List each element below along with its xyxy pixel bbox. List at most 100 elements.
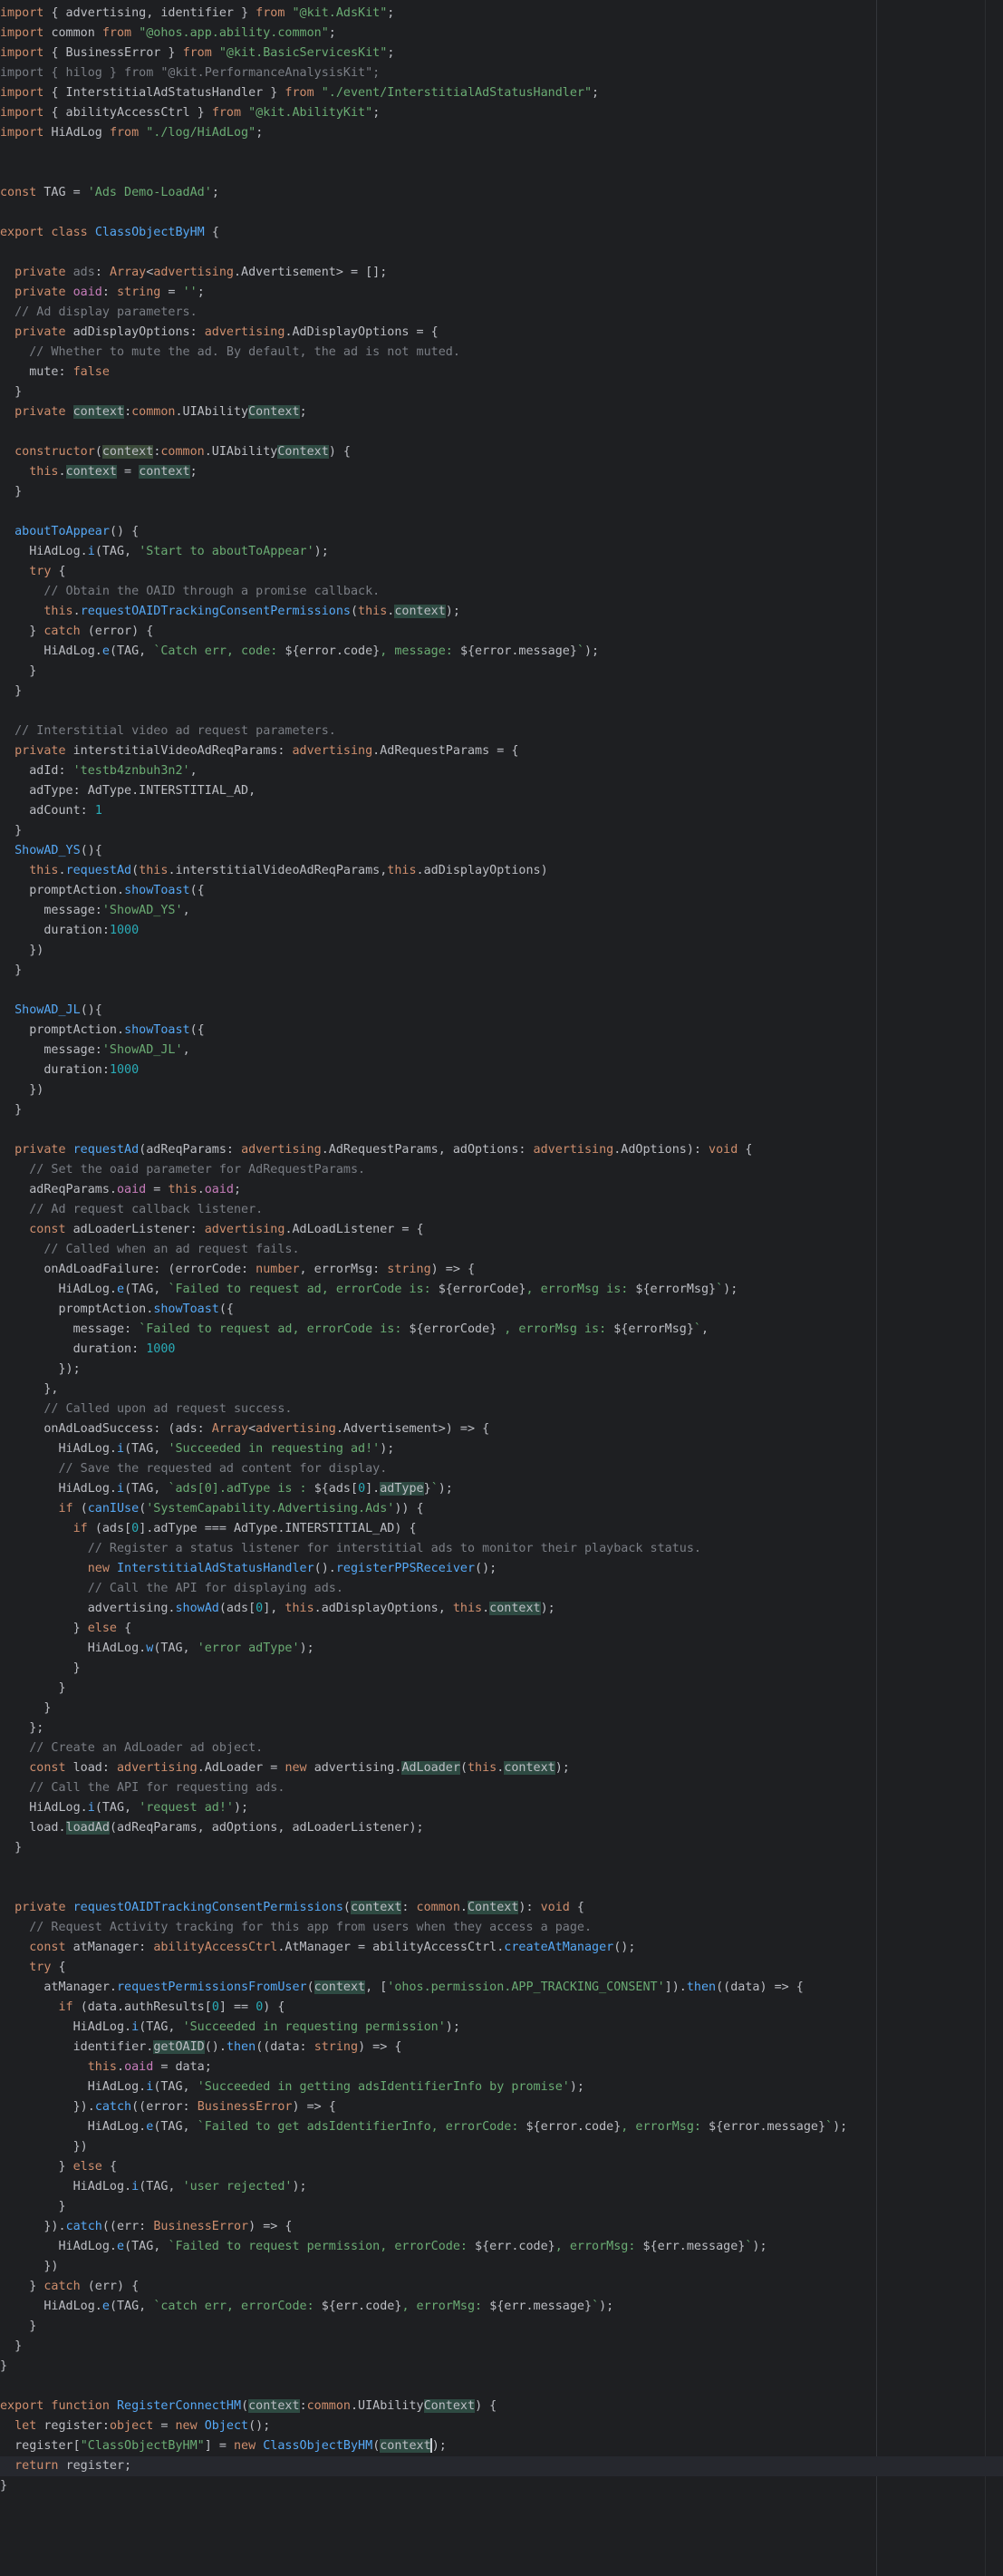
code-line[interactable]: import { advertising, identifier } from …: [0, 4, 1003, 24]
code-line[interactable]: adType: AdType.INTERSTITIAL_AD,: [0, 781, 1003, 801]
code-line[interactable]: duration:1000: [0, 1060, 1003, 1080]
code-line[interactable]: HiAdLog.i(TAG, 'Succeeded in requesting …: [0, 2018, 1003, 2038]
code-line[interactable]: private oaid: string = '';: [0, 283, 1003, 303]
code-line[interactable]: adId: 'testb4znbuh3n2',: [0, 761, 1003, 781]
code-line[interactable]: } catch (err) {: [0, 2277, 1003, 2297]
code-line[interactable]: [0, 502, 1003, 522]
code-line[interactable]: adCount: 1: [0, 801, 1003, 821]
code-line[interactable]: try {: [0, 1958, 1003, 1978]
code-line[interactable]: this.context = context;: [0, 462, 1003, 482]
code-line[interactable]: [0, 203, 1003, 223]
code-line[interactable]: identifier.getOAID().then((data: string)…: [0, 2038, 1003, 2058]
code-line[interactable]: const load: advertising.AdLoader = new a…: [0, 1758, 1003, 1778]
code-line[interactable]: if (canIUse('SystemCapability.Advertisin…: [0, 1499, 1003, 1519]
code-line[interactable]: }): [0, 2137, 1003, 2157]
code-line[interactable]: duration: 1000: [0, 1340, 1003, 1360]
code-line[interactable]: private interstitialVideoAdReqParams: ad…: [0, 741, 1003, 761]
code-line[interactable]: onAdLoadSuccess: (ads: Array<advertising…: [0, 1419, 1003, 1439]
code-line[interactable]: private adDisplayOptions: advertising.Ad…: [0, 323, 1003, 343]
code-line[interactable]: } catch (error) {: [0, 622, 1003, 642]
code-line[interactable]: import { InterstitialAdStatusHandler } f…: [0, 83, 1003, 103]
code-line[interactable]: ShowAD_JL(){: [0, 1001, 1003, 1021]
code-line[interactable]: duration:1000: [0, 921, 1003, 941]
code-line[interactable]: [0, 422, 1003, 442]
code-line[interactable]: }: [0, 1699, 1003, 1719]
code-line[interactable]: }: [0, 2357, 1003, 2377]
code-line[interactable]: promptAction.showToast({: [0, 881, 1003, 901]
code-line[interactable]: // Save the requested ad content for dis…: [0, 1459, 1003, 1479]
code-line[interactable]: HiAdLog.e(TAG, `catch err, errorCode: ${…: [0, 2297, 1003, 2317]
code-line[interactable]: [0, 1120, 1003, 1140]
code-line[interactable]: }): [0, 2257, 1003, 2277]
code-line[interactable]: [0, 143, 1003, 163]
code-line[interactable]: HiAdLog.w(TAG, 'error adType');: [0, 1639, 1003, 1659]
code-line[interactable]: [0, 2377, 1003, 2397]
code-line[interactable]: }: [0, 383, 1003, 402]
code-line[interactable]: if (data.authResults[0] == 0) {: [0, 1998, 1003, 2018]
code-line[interactable]: // Set the oaid parameter for AdRequestP…: [0, 1160, 1003, 1180]
code-line[interactable]: HiAdLog.e(TAG, `Failed to request permis…: [0, 2237, 1003, 2257]
code-line[interactable]: this.oaid = data;: [0, 2058, 1003, 2077]
code-line[interactable]: new InterstitialAdStatusHandler().regist…: [0, 1559, 1003, 1579]
code-line[interactable]: constructor(context:common.UIAbilityCont…: [0, 442, 1003, 462]
code-line[interactable]: message:'ShowAD_JL',: [0, 1041, 1003, 1060]
code-line[interactable]: this.requestAd(this.interstitialVideoAdR…: [0, 861, 1003, 881]
code-line[interactable]: HiAdLog.e(TAG, `Catch err, code: ${error…: [0, 642, 1003, 662]
code-line[interactable]: private context:common.UIAbilityContext;: [0, 402, 1003, 422]
code-line[interactable]: }: [0, 2317, 1003, 2337]
code-line[interactable]: const adLoaderListener: advertising.AdLo…: [0, 1220, 1003, 1240]
code-line[interactable]: }: [0, 662, 1003, 682]
code-line[interactable]: advertising.showAd(ads[0], this.adDispla…: [0, 1599, 1003, 1619]
code-line[interactable]: const TAG = 'Ads Demo-LoadAd';: [0, 183, 1003, 203]
code-line[interactable]: [0, 1858, 1003, 1878]
code-line[interactable]: if (ads[0].adType === AdType.INTERSTITIA…: [0, 1519, 1003, 1539]
code-line[interactable]: } else {: [0, 1619, 1003, 1639]
code-line[interactable]: mute: false: [0, 363, 1003, 383]
code-line[interactable]: message:'ShowAD_YS',: [0, 901, 1003, 921]
code-line[interactable]: }: [0, 682, 1003, 702]
code-line[interactable]: let register:object = new Object();: [0, 2416, 1003, 2436]
code-line[interactable]: }: [0, 1838, 1003, 1858]
code-line[interactable]: import { hilog } from "@kit.PerformanceA…: [0, 63, 1003, 83]
code-line[interactable]: import HiAdLog from "./log/HiAdLog";: [0, 123, 1003, 143]
code-line[interactable]: import { BusinessError } from "@kit.Basi…: [0, 44, 1003, 63]
code-line[interactable]: },: [0, 1380, 1003, 1399]
code-line[interactable]: // Request Activity tracking for this ap…: [0, 1918, 1003, 1938]
code-line[interactable]: return register;: [0, 2456, 1003, 2476]
code-line[interactable]: // Called upon ad request success.: [0, 1399, 1003, 1419]
code-line[interactable]: // Create an AdLoader ad object.: [0, 1738, 1003, 1758]
code-line[interactable]: }): [0, 1080, 1003, 1100]
code-line[interactable]: HiAdLog.i(TAG, 'Start to aboutToAppear')…: [0, 542, 1003, 562]
code-line[interactable]: load.loadAd(adReqParams, adOptions, adLo…: [0, 1818, 1003, 1838]
code-editor[interactable]: import { advertising, identifier } from …: [0, 0, 1003, 2576]
code-line[interactable]: // Obtain the OAID through a promise cal…: [0, 582, 1003, 602]
code-line[interactable]: try {: [0, 562, 1003, 582]
code-line[interactable]: promptAction.showToast({: [0, 1300, 1003, 1320]
code-line[interactable]: atManager.requestPermissionsFromUser(con…: [0, 1978, 1003, 1998]
code-line[interactable]: // Interstitial video ad request paramet…: [0, 721, 1003, 741]
code-line[interactable]: aboutToAppear() {: [0, 522, 1003, 542]
code-line[interactable]: };: [0, 1719, 1003, 1738]
code-line[interactable]: import common from "@ohos.app.ability.co…: [0, 24, 1003, 44]
code-line[interactable]: ShowAD_YS(){: [0, 841, 1003, 861]
code-line[interactable]: export class ClassObjectByHM {: [0, 223, 1003, 243]
code-line[interactable]: [0, 163, 1003, 183]
code-line[interactable]: promptAction.showToast({: [0, 1021, 1003, 1041]
code-line[interactable]: }): [0, 941, 1003, 961]
code-line[interactable]: }).catch((error: BusinessError) => {: [0, 2097, 1003, 2117]
code-line[interactable]: }: [0, 2337, 1003, 2357]
code-line[interactable]: // Register a status listener for inters…: [0, 1539, 1003, 1559]
code-line[interactable]: // Whether to mute the ad. By default, t…: [0, 343, 1003, 363]
code-line[interactable]: }: [0, 821, 1003, 841]
code-line[interactable]: adReqParams.oaid = this.oaid;: [0, 1180, 1003, 1200]
code-line[interactable]: message: `Failed to request ad, errorCod…: [0, 1320, 1003, 1340]
code-line[interactable]: }: [0, 1679, 1003, 1699]
code-line[interactable]: HiAdLog.i(TAG, 'Succeeded in getting ads…: [0, 2077, 1003, 2097]
code-line[interactable]: }).catch((err: BusinessError) => {: [0, 2217, 1003, 2237]
code-line[interactable]: [0, 702, 1003, 721]
code-line[interactable]: HiAdLog.e(TAG, `Failed to request ad, er…: [0, 1280, 1003, 1300]
code-line[interactable]: });: [0, 1360, 1003, 1380]
code-line[interactable]: }: [0, 2476, 1003, 2496]
code-line[interactable]: export function RegisterConnectHM(contex…: [0, 2397, 1003, 2416]
code-line[interactable]: [0, 981, 1003, 1001]
